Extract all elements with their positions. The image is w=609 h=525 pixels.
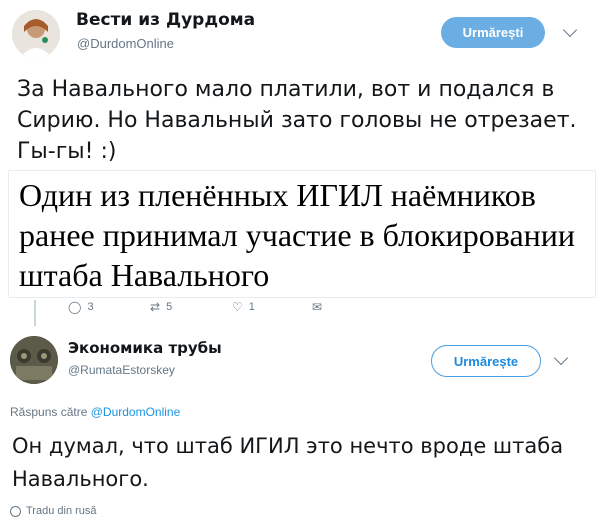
retweet-count: 5 [166,301,173,313]
globe-icon [10,505,21,517]
display-name[interactable]: Экономика трубы [68,339,222,357]
embedded-headline: Один из пленённых ИГИЛ наёмников ранее п… [19,177,576,293]
like-action[interactable]: ♡ 1 [232,300,255,314]
reply-icon: ◯ [68,300,82,314]
following-button[interactable]: Urmărești [441,17,545,48]
thread-connector [34,300,36,326]
avatar[interactable] [10,336,58,384]
retweet-icon: ⇄ [150,300,161,314]
like-icon: ♡ [232,300,243,314]
translate-link[interactable]: Tradu din rusă [10,505,97,517]
chevron-down-icon[interactable] [562,22,578,38]
translate-label: Tradu din rusă [26,505,97,517]
retweet-action[interactable]: ⇄ 5 [150,300,172,314]
reply-count: 3 [87,301,94,313]
reply-handle-link[interactable]: @DurdomOnline [91,405,181,419]
reply-action[interactable]: ◯ 3 [68,300,94,314]
reply-prefix: Răspuns către [10,405,88,419]
chevron-down-icon[interactable] [553,350,569,366]
message-icon: ✉ [312,300,323,314]
avatar[interactable] [12,10,60,58]
embedded-image-card[interactable]: Один из пленённых ИГИЛ наёмников ранее п… [8,170,596,298]
reply-context: Răspuns către @DurdomOnline [10,405,180,419]
like-count: 1 [248,301,255,313]
message-action[interactable]: ✉ [312,300,322,314]
user-handle[interactable]: @DurdomOnline [77,36,174,51]
display-name[interactable]: Вести из Дурдома [76,10,255,30]
user-handle[interactable]: @RumataEstorskey [68,363,175,377]
tweet-text: Он думал, что штаб ИГИЛ это нечто вроде … [12,434,564,491]
tweet-text: За Навального мало платили, вот и подалс… [17,77,577,164]
follow-button[interactable]: Urmărește [431,345,541,377]
